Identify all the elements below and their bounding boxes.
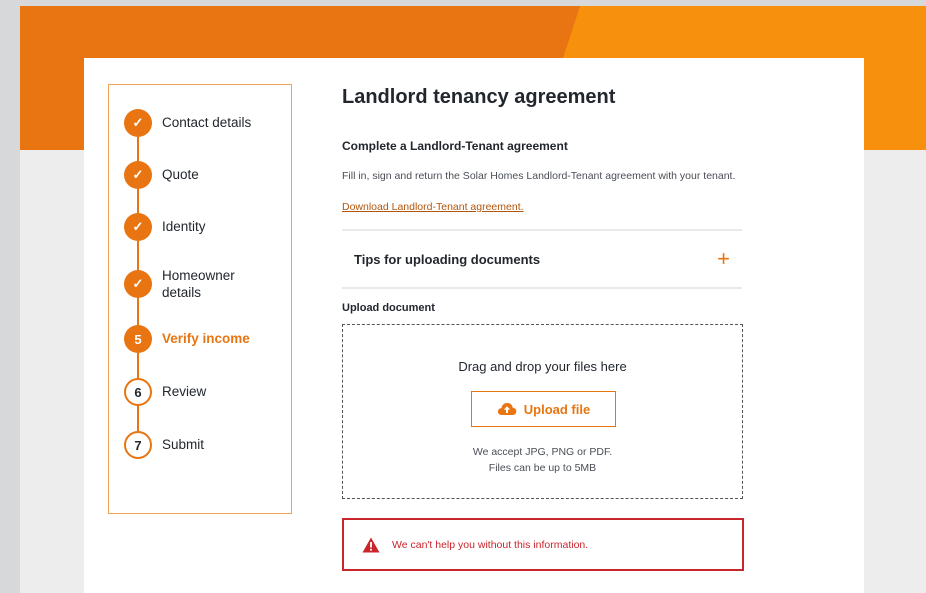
upload-button-label: Upload file	[523, 401, 591, 417]
check-icon: ✓	[124, 161, 152, 189]
accepted-types: We accept JPG, PNG or PDF.	[472, 446, 613, 458]
section-subtitle: Complete a Landlord-Tenant agreement	[342, 139, 568, 153]
step-contact-details[interactable]: ✓ Contact details	[124, 109, 267, 137]
accepted-formats: We accept JPG, PNG or PDF. Files can be …	[343, 444, 742, 476]
step-label: Submit	[162, 437, 205, 452]
warning-icon	[362, 537, 380, 552]
step-number-6: 6	[124, 378, 152, 406]
step-verify-income[interactable]: 5 Verify income	[124, 325, 267, 353]
upload-file-button[interactable]: Upload file	[471, 391, 616, 427]
divider	[342, 287, 742, 289]
file-size-limit: Files can be up to 5MB	[488, 462, 597, 474]
error-message: We can't help you without this informati…	[342, 518, 744, 571]
step-number-7: 7	[124, 431, 152, 459]
step-homeowner-details[interactable]: ✓ Homeowner details	[124, 268, 267, 301]
check-icon: ✓	[124, 270, 152, 298]
plus-icon[interactable]: +	[717, 248, 730, 270]
upload-document-label: Upload document	[342, 302, 435, 314]
file-dropzone[interactable]: Drag and drop your files here Upload fil…	[342, 324, 743, 499]
step-label: Verify income	[162, 331, 250, 346]
error-text: We can't help you without this informati…	[392, 538, 589, 551]
step-review: 6 Review	[124, 378, 267, 406]
step-label: Quote	[162, 167, 199, 182]
check-icon: ✓	[124, 109, 152, 137]
page-title: Landlord tenancy agreement	[342, 86, 616, 108]
step-number-5: 5	[124, 325, 152, 353]
drop-instructions: Drag and drop your files here	[458, 359, 627, 374]
tips-accordion[interactable]: Tips for uploading documents +	[342, 231, 742, 287]
cloud-upload-icon	[497, 403, 517, 415]
section-description: Fill in, sign and return the Solar Homes…	[342, 170, 736, 182]
step-label: Review	[162, 384, 207, 399]
step-label: Contact details	[162, 115, 252, 130]
step-label: Homeowner details	[162, 268, 235, 300]
step-quote[interactable]: ✓ Quote	[124, 161, 267, 189]
step-label: Identity	[162, 219, 206, 234]
step-submit: 7 Submit	[124, 431, 267, 459]
step-identity[interactable]: ✓ Identity	[124, 213, 267, 241]
download-agreement-link[interactable]: Download Landlord-Tenant agreement.	[342, 201, 524, 213]
check-icon: ✓	[124, 213, 152, 241]
tips-label: Tips for uploading documents	[354, 251, 541, 267]
